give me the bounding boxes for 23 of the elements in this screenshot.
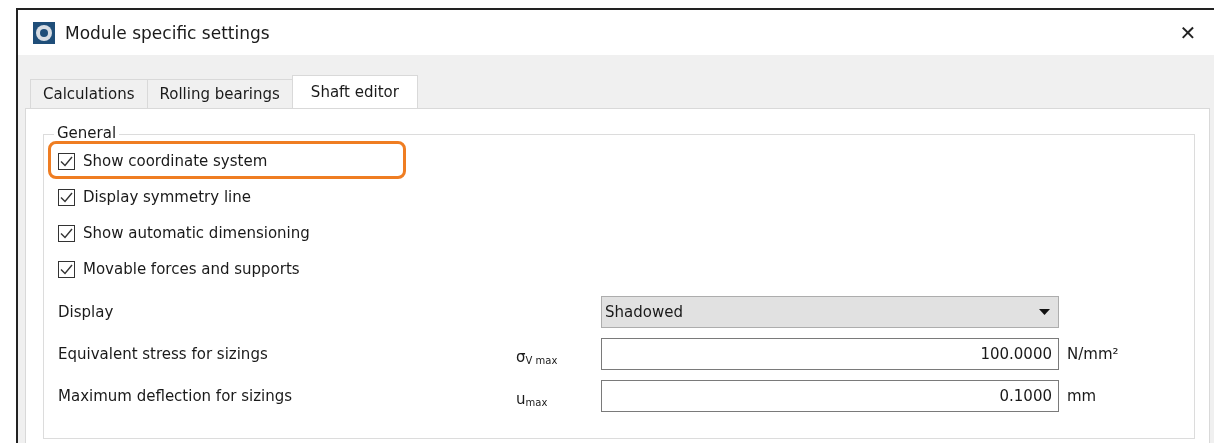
unit-label: mm [1066,387,1098,405]
checkbox[interactable] [58,224,75,242]
checkbox-label: Show automatic dimensioning [83,224,310,242]
checkbox[interactable] [58,152,75,170]
display-dropdown[interactable]: Shadowed [601,296,1059,328]
tab[interactable]: Shaft editor [291,75,418,108]
number-field[interactable]: 0.1000 [601,380,1059,412]
field-label: Equivalent stress for sizings [58,345,269,363]
dropdown-arrow-icon [1039,309,1050,315]
field-label: Display [58,303,115,321]
window-title: Module specific settings [65,22,271,43]
symbol-label: σ$_{V max}$ [516,347,559,366]
field-label: Maximum deflection for sizings [58,387,294,405]
checkbox[interactable] [58,188,75,206]
checkbox-label: Display symmetry line [83,188,251,206]
tab[interactable]: Calculations [30,79,148,108]
close-button[interactable]: ✕ [1166,12,1210,53]
checkbox-label: Movable forces and supports [83,260,300,278]
symbol-label: u$_{max}$ [516,389,549,408]
checkbox-label: Show coordinate system [83,152,268,170]
unit-label: N/mm² [1066,345,1120,363]
checkbox[interactable] [58,260,75,278]
number-field[interactable]: 100.0000 [601,338,1059,370]
